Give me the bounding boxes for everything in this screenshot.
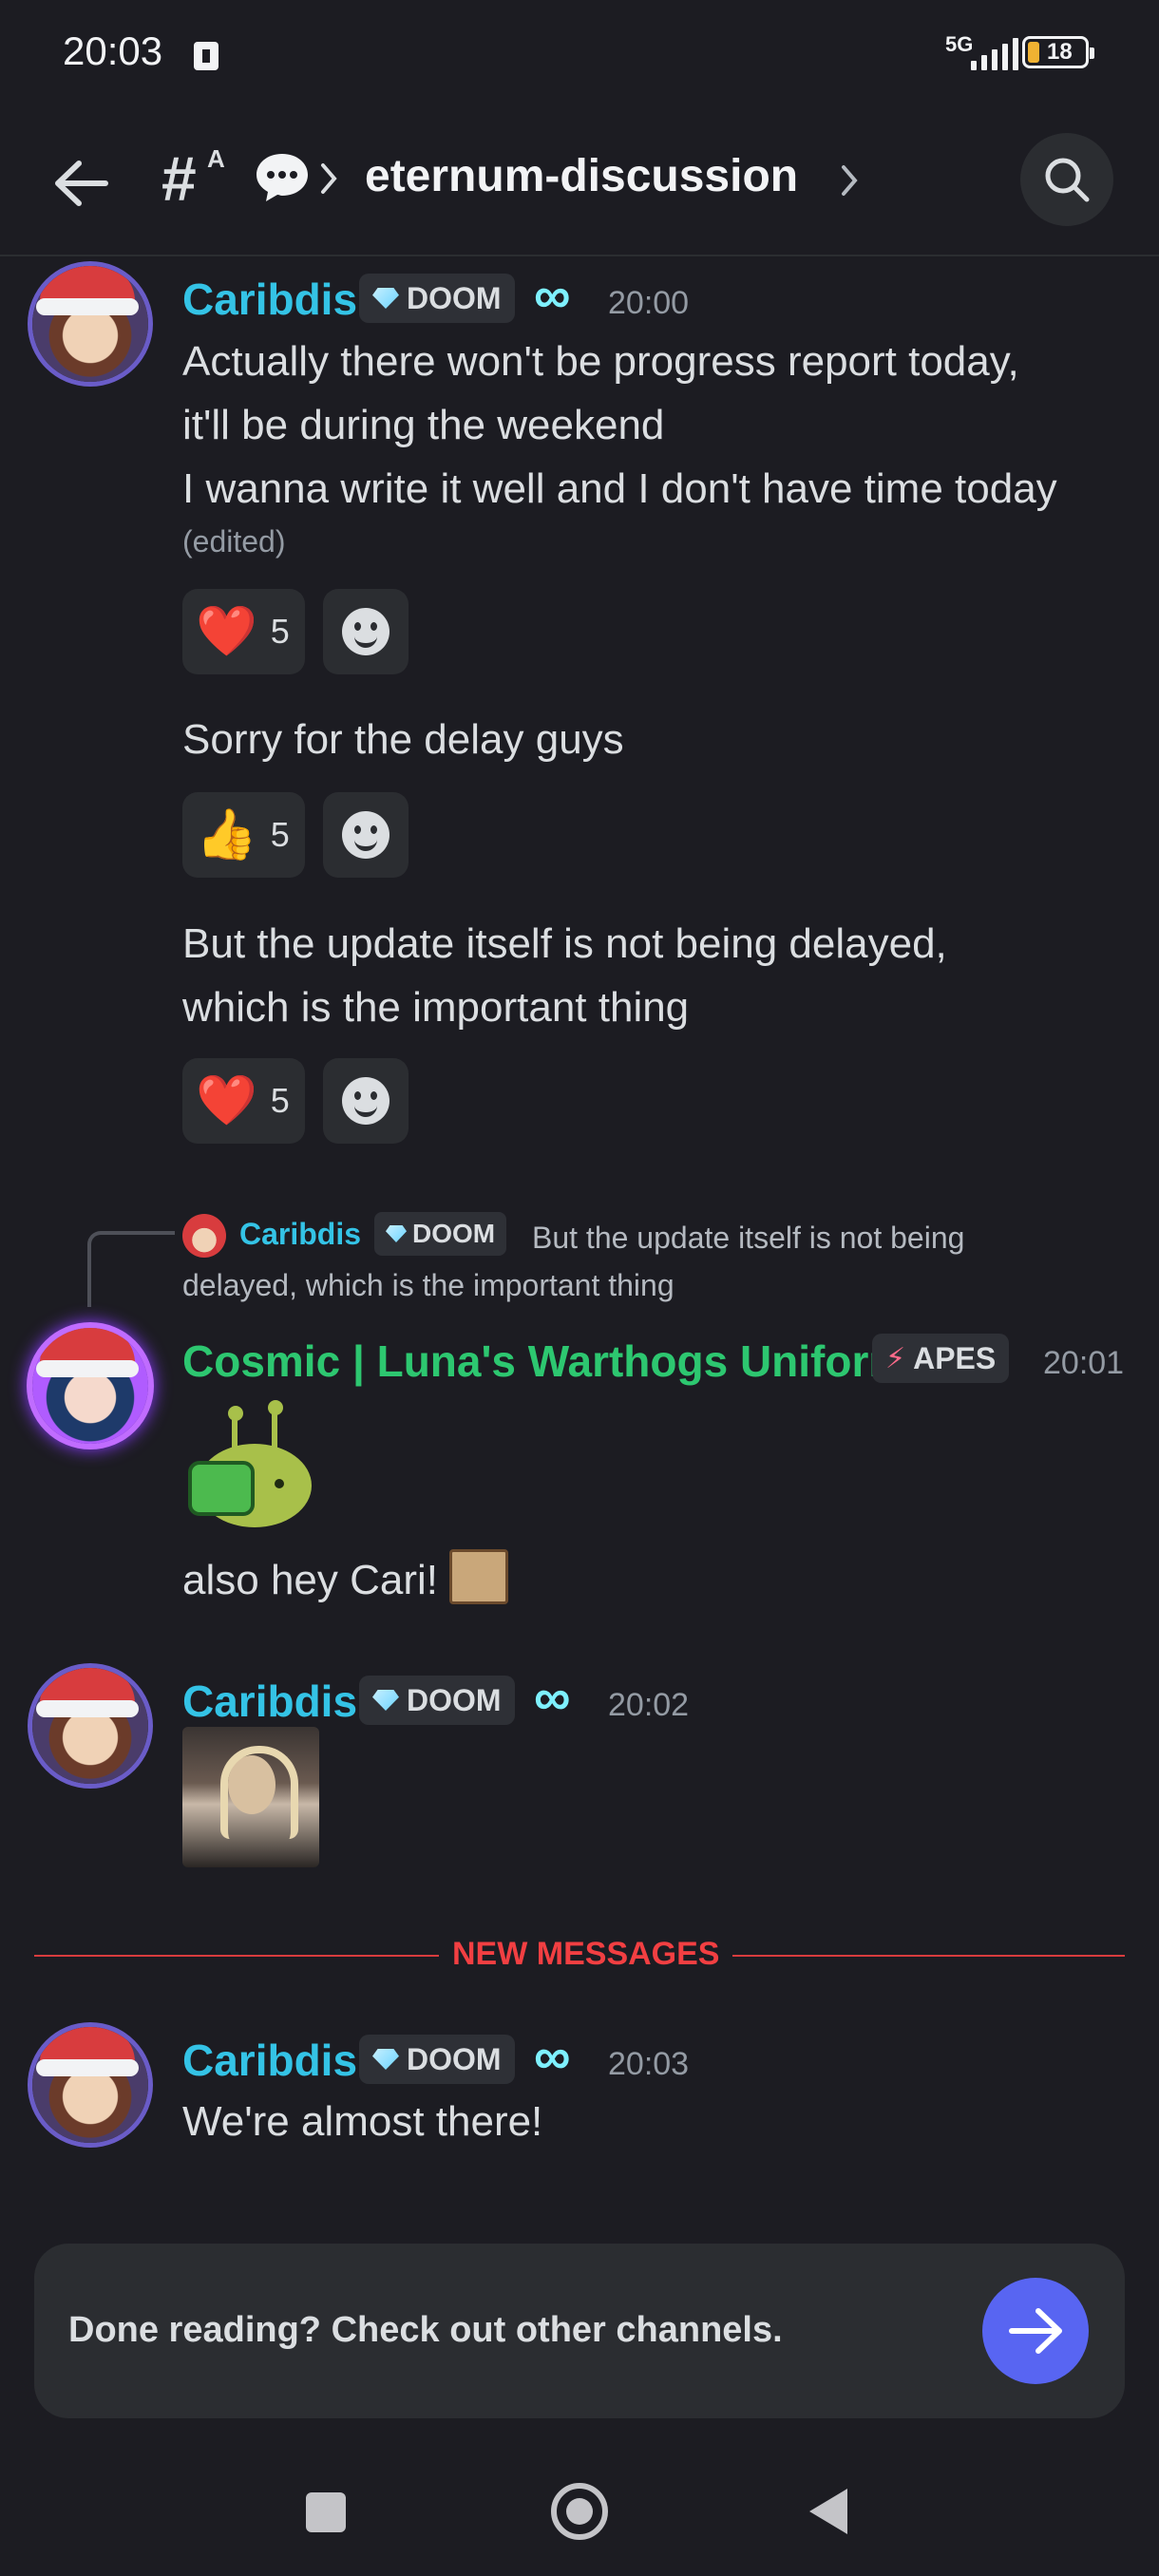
- gem-icon: [372, 1690, 399, 1711]
- avatar[interactable]: [32, 1328, 148, 1444]
- battery-saver-icon: [194, 42, 218, 70]
- add-reaction-button[interactable]: [323, 792, 408, 878]
- username[interactable]: Caribdis: [182, 2035, 357, 2086]
- message-text: Sorry for the delay guys: [182, 716, 624, 763]
- status-bar: 20:03 5G 18: [0, 0, 1159, 114]
- smiley-icon: [342, 1077, 390, 1125]
- message-text: We're almost there!: [182, 2098, 543, 2145]
- heart-icon: ❤️: [196, 1073, 257, 1128]
- reaction-heart[interactable]: ❤️ 5: [182, 1058, 305, 1144]
- sticker-image[interactable]: [182, 1394, 319, 1527]
- smiley-icon: [342, 811, 390, 859]
- arrow-right-icon: [1009, 2308, 1062, 2354]
- avatar[interactable]: [32, 1668, 148, 1784]
- back-nav-button[interactable]: [809, 2489, 847, 2534]
- infinity-icon: ∞: [534, 1669, 571, 1726]
- timestamp: 20:02: [608, 1687, 690, 1723]
- role-tag: ⚡ APES: [872, 1334, 1010, 1383]
- infinity-icon: ∞: [534, 2028, 571, 2085]
- role-tag: DOOM: [359, 274, 515, 323]
- reply-connector: [87, 1231, 175, 1307]
- avatar[interactable]: [32, 266, 148, 382]
- thread-icon: [256, 154, 308, 201]
- signal-icon: [971, 36, 1018, 70]
- battery-icon: 18: [1022, 36, 1094, 68]
- search-button[interactable]: [1020, 133, 1113, 226]
- network-type: 5G: [945, 32, 974, 56]
- reaction-count: 5: [270, 612, 290, 651]
- reaction-heart[interactable]: ❤️ 5: [182, 589, 305, 674]
- timestamp: 20:00: [608, 285, 690, 321]
- thumbs-up-icon: 👍: [196, 807, 257, 862]
- avatar[interactable]: [32, 2027, 148, 2143]
- reaction-count: 5: [270, 815, 290, 854]
- message-text: also hey Cari!: [182, 1548, 509, 1612]
- smiley-icon: [342, 608, 390, 655]
- next-channel-button[interactable]: [982, 2278, 1089, 2384]
- chevron-right-icon: [321, 163, 337, 194]
- arrow-left-icon: [55, 161, 108, 206]
- battery-level: 18: [1047, 39, 1073, 65]
- new-messages-label: NEW MESSAGES: [439, 1936, 733, 1973]
- message-text: But the update itself is not being delay…: [182, 920, 947, 1031]
- role-tag: DOOM: [359, 1676, 515, 1725]
- system-nav-bar: [0, 2451, 1159, 2576]
- timestamp: 20:03: [608, 2046, 690, 2082]
- channel-chevron-icon[interactable]: [840, 161, 859, 199]
- add-reaction-button[interactable]: [323, 589, 408, 674]
- gif-image[interactable]: [182, 1727, 319, 1867]
- gem-icon: [372, 288, 399, 309]
- username[interactable]: Cosmic | Luna's Warthogs Uniform: [182, 1335, 907, 1387]
- username[interactable]: Caribdis: [182, 274, 357, 325]
- role-tag: DOOM: [359, 2035, 515, 2084]
- timestamp: 20:01: [1043, 1345, 1125, 1381]
- heart-icon: ❤️: [196, 604, 257, 659]
- channel-name[interactable]: eternum-discussion: [365, 150, 798, 202]
- done-reading-text: Done reading? Check out other channels.: [68, 2310, 783, 2350]
- add-reaction-button[interactable]: [323, 1058, 408, 1144]
- username[interactable]: Caribdis: [182, 1676, 357, 1727]
- status-time: 20:03: [63, 28, 163, 73]
- back-button[interactable]: [48, 150, 114, 217]
- edited-label: (edited): [182, 524, 286, 559]
- recents-button[interactable]: [306, 2492, 346, 2532]
- gem-icon: [372, 2049, 399, 2070]
- caribdis-emote-icon: [449, 1549, 509, 1605]
- reaction-thumbs-up[interactable]: 👍 5: [182, 792, 305, 878]
- message-text: Actually there won't be progress report …: [182, 338, 1057, 512]
- text-channel-icon: # A: [162, 143, 225, 214]
- lightning-icon: ⚡: [885, 1342, 906, 1374]
- reaction-count: 5: [270, 1081, 290, 1120]
- channel-header: # A eternum-discussion: [0, 114, 1159, 256]
- home-button[interactable]: [551, 2483, 608, 2540]
- search-icon: [1045, 158, 1090, 202]
- done-reading-bar[interactable]: Done reading? Check out other channels.: [34, 2244, 1125, 2418]
- reply-preview-text[interactable]: But the update itself is not being delay…: [182, 1214, 1037, 1309]
- infinity-icon: ∞: [534, 267, 571, 324]
